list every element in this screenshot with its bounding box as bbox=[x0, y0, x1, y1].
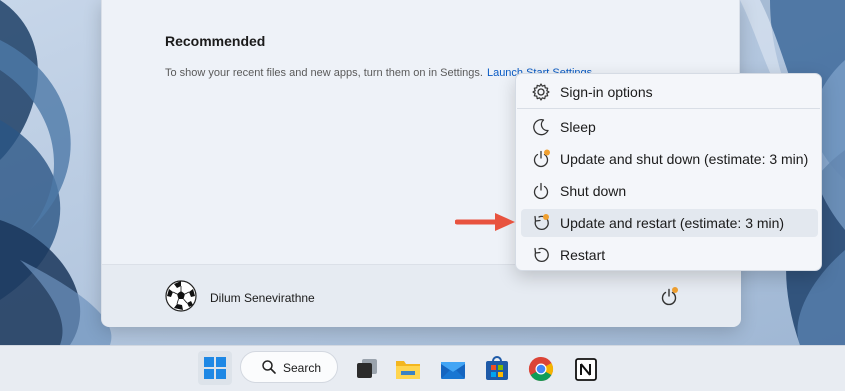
recommended-text: To show your recent files and new apps, … bbox=[165, 67, 483, 79]
power-update-icon bbox=[533, 149, 550, 168]
moon-icon bbox=[533, 119, 549, 136]
power-menu-item-label: Sleep bbox=[560, 119, 596, 135]
power-menu-item-restart[interactable]: Restart bbox=[521, 241, 818, 269]
restart-icon bbox=[534, 247, 549, 263]
taskbar: Search bbox=[0, 345, 845, 391]
recommended-heading: Recommended bbox=[165, 33, 266, 49]
chrome-icon[interactable] bbox=[525, 353, 557, 385]
user-name[interactable]: Dilum Senevirathne bbox=[210, 291, 315, 305]
power-icon bbox=[533, 182, 549, 200]
power-menu-separator bbox=[517, 108, 820, 109]
power-button-icon[interactable] bbox=[658, 286, 680, 308]
power-menu-item-shut-down[interactable]: Shut down bbox=[521, 177, 818, 205]
search-icon bbox=[262, 360, 276, 374]
power-menu-item-label: Update and restart (estimate: 3 min) bbox=[560, 215, 785, 231]
power-menu-item-label: Shut down bbox=[560, 183, 627, 199]
annotation-arrow-icon bbox=[455, 213, 515, 231]
windows-logo-icon bbox=[204, 357, 226, 379]
file-explorer-icon[interactable] bbox=[392, 353, 424, 385]
power-menu-item-label: Sign-in options bbox=[560, 84, 653, 100]
gear-icon bbox=[532, 83, 550, 101]
task-view-icon[interactable] bbox=[351, 353, 383, 385]
power-menu-item-update-and-shut-down[interactable]: Update and shut down (estimate: 3 min) bbox=[521, 145, 818, 173]
start-button[interactable] bbox=[198, 351, 232, 385]
mail-icon[interactable] bbox=[437, 353, 469, 385]
power-menu-item-update-and-restart[interactable]: Update and restart (estimate: 3 min) bbox=[521, 209, 818, 237]
power-menu-item-sign-in-options[interactable]: Sign-in options bbox=[521, 78, 818, 106]
power-menu-item-label: Restart bbox=[560, 247, 606, 263]
user-avatar[interactable] bbox=[165, 280, 197, 312]
power-menu-item-label: Update and shut down (estimate: 3 min) bbox=[560, 151, 809, 167]
power-menu: Sign-in options Sleep Update and shut do… bbox=[515, 73, 822, 271]
notion-icon[interactable] bbox=[570, 353, 602, 385]
power-menu-item-sleep[interactable]: Sleep bbox=[521, 113, 818, 141]
taskbar-search-box[interactable]: Search bbox=[240, 351, 338, 383]
search-label: Search bbox=[283, 361, 322, 375]
start-menu-footer: Dilum Senevirathne bbox=[102, 264, 741, 327]
restart-update-icon bbox=[534, 214, 549, 231]
microsoft-store-icon[interactable] bbox=[481, 353, 513, 385]
